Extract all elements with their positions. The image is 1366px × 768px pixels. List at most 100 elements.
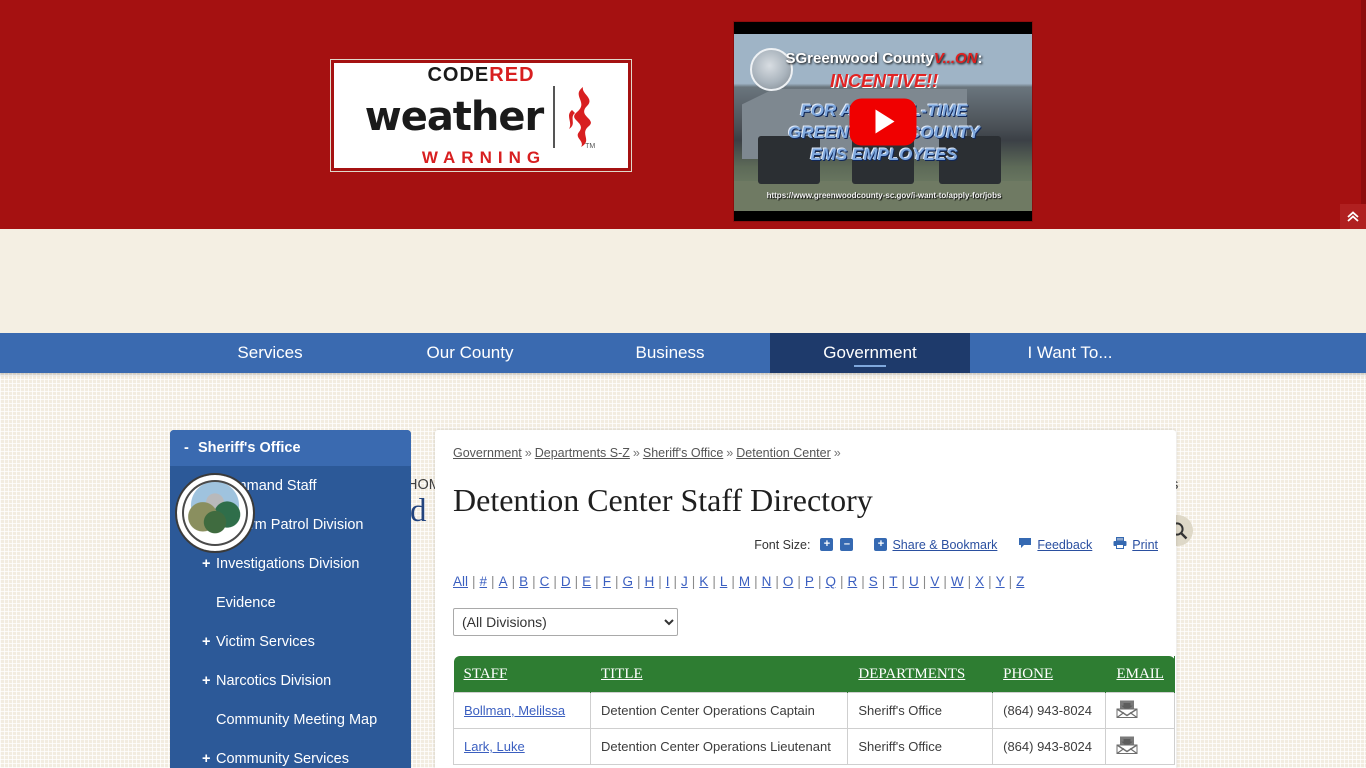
nav-tab-our-county[interactable]: Our County xyxy=(370,333,570,373)
video-title-d: : xyxy=(977,50,983,67)
share-plus-icon[interactable]: + xyxy=(874,538,888,551)
email-envelope-icon xyxy=(1116,700,1138,718)
collapse-toggle-icon[interactable]: - xyxy=(184,440,198,456)
feedback-link[interactable]: Feedback xyxy=(1037,538,1092,552)
flame-logo-icon: TM xyxy=(563,86,597,150)
column-header-departments[interactable]: DEPARTMENTS xyxy=(847,656,994,693)
alpha-filter-link-t[interactable]: T xyxy=(889,574,897,589)
sidebar-item-sheriffs-office[interactable]: - Sheriff's Office xyxy=(170,430,411,466)
column-header-phone[interactable]: PHONE xyxy=(992,656,1107,693)
staff-name-link[interactable]: Lark, Luke xyxy=(464,739,525,754)
print-link[interactable]: Print xyxy=(1132,538,1158,552)
alpha-filter-link-p[interactable]: P xyxy=(805,574,814,589)
alpha-filter-link-all[interactable]: All xyxy=(453,574,468,589)
alpha-filter-link-e[interactable]: E xyxy=(582,574,591,589)
column-header-phone-label: PHONE xyxy=(1003,666,1054,682)
sidebar-item-community-services[interactable]: + Community Services xyxy=(170,739,411,768)
sidebar-item-evidence[interactable]: Evidence xyxy=(170,583,411,622)
nav-tab-government[interactable]: Government xyxy=(770,333,970,373)
nav-tab-services[interactable]: Services xyxy=(170,333,370,373)
alpha-filter-link-hash[interactable]: # xyxy=(480,574,488,589)
codered-red-text: RED xyxy=(489,64,535,86)
alpha-filter-link-k[interactable]: K xyxy=(699,574,708,589)
alpha-filter-link-u[interactable]: U xyxy=(909,574,919,589)
nav-tab-business[interactable]: Business xyxy=(570,333,770,373)
alpha-filter-link-f[interactable]: F xyxy=(603,574,611,589)
youtube-video-embed[interactable]: SGreenwood CountyV...ON: INCENTIVE!! FOR… xyxy=(733,21,1033,222)
share-bookmark-group[interactable]: + Share & Bookmark xyxy=(874,538,997,552)
alpha-filter-link-s[interactable]: S xyxy=(869,574,878,589)
video-url-caption: https://www.greenwoodcounty-sc.gov/i-wan… xyxy=(766,191,1002,200)
font-size-decrease-button[interactable]: – xyxy=(840,538,854,551)
alpha-filter-link-q[interactable]: Q xyxy=(825,574,836,589)
video-title-line-2: INCENTIVE!! xyxy=(830,71,938,91)
alpha-filter-link-c[interactable]: C xyxy=(540,574,550,589)
column-header-staff[interactable]: STAFF xyxy=(453,656,591,693)
sidebar-item-community-meeting-map[interactable]: Community Meeting Map xyxy=(170,700,411,739)
font-size-increase-button[interactable]: + xyxy=(820,538,834,551)
alpha-filter-link-b[interactable]: B xyxy=(519,574,528,589)
division-filter-select[interactable]: (All Divisions) xyxy=(453,608,678,636)
feedback-group[interactable]: Feedback xyxy=(1018,537,1092,552)
column-header-email[interactable]: EMAIL xyxy=(1105,656,1175,693)
sidebar-header-label: Sheriff's Office xyxy=(198,440,301,456)
main-content-panel: Government» Departments S-Z» Sheriff's Off… xyxy=(435,430,1176,768)
alpha-separator: | xyxy=(691,574,696,589)
alpha-filter-link-o[interactable]: O xyxy=(783,574,794,589)
expand-toggle-icon[interactable]: + xyxy=(202,634,216,650)
video-title-b: Greenwood County xyxy=(795,50,934,67)
alpha-filter-link-n[interactable]: N xyxy=(762,574,772,589)
alpha-filter-link-h[interactable]: H xyxy=(644,574,654,589)
column-header-email-label: EMAIL xyxy=(1116,666,1164,682)
alpha-filter-link-m[interactable]: M xyxy=(739,574,750,589)
column-header-title-label: TITLE xyxy=(601,666,643,682)
alpha-separator: | xyxy=(491,574,495,589)
alpha-filter-link-a[interactable]: A xyxy=(499,574,508,589)
breadcrumb-link-departments-s-z[interactable]: Departments S-Z xyxy=(535,446,630,460)
nav-tab-i-want-to[interactable]: I Want To... xyxy=(970,333,1170,373)
email-envelope-icon[interactable] xyxy=(1116,736,1138,757)
play-button[interactable] xyxy=(849,98,917,145)
alpha-filter-link-g[interactable]: G xyxy=(622,574,633,589)
sidebar-item-label: Narcotics Division xyxy=(216,672,332,689)
alpha-separator: | xyxy=(673,574,678,589)
alpha-separator: | xyxy=(967,574,972,589)
expand-toggle-icon[interactable]: + xyxy=(202,673,216,689)
share-bookmark-link[interactable]: Share & Bookmark xyxy=(892,538,997,552)
breadcrumb-link-sheriffs-office[interactable]: Sheriff's Office xyxy=(643,446,723,460)
codered-weather-warning-ad[interactable]: CODERED weather TM WARNING xyxy=(330,59,632,172)
alpha-filter-link-z[interactable]: Z xyxy=(1016,574,1024,589)
cell-email xyxy=(1105,728,1175,765)
alpha-separator: | xyxy=(553,574,557,589)
breadcrumb-link-government[interactable]: Government xyxy=(453,446,522,460)
alpha-filter-link-d[interactable]: D xyxy=(561,574,571,589)
staff-name-link[interactable]: Bollman, Melilssa xyxy=(464,703,565,718)
alpha-filter-link-r[interactable]: R xyxy=(847,574,857,589)
email-envelope-icon[interactable] xyxy=(1116,700,1138,721)
sidebar-item-victim-services[interactable]: + Victim Services xyxy=(170,622,411,661)
primary-navigation: Services Our County Business Government … xyxy=(0,333,1366,377)
sidebar-item-narcotics-division[interactable]: + Narcotics Division xyxy=(170,661,411,700)
alpha-separator: | xyxy=(922,574,927,589)
page-utility-bar: Font Size: + – + Share & Bookmark Feedba… xyxy=(453,537,1158,552)
expand-toggle-icon[interactable]: + xyxy=(202,556,216,572)
alpha-separator: | xyxy=(636,574,641,589)
alpha-filter-link-v[interactable]: V xyxy=(930,574,939,589)
alpha-separator: | xyxy=(614,574,619,589)
expand-toggle-icon[interactable]: + xyxy=(202,751,216,767)
table-row: Bollman, Melilssa Detention Center Operat… xyxy=(453,692,1175,729)
alpha-filter-link-w[interactable]: W xyxy=(951,574,964,589)
alpha-filter-link-y[interactable]: Y xyxy=(996,574,1005,589)
column-header-staff-label: STAFF xyxy=(463,666,508,682)
alpha-filter-link-i[interactable]: I xyxy=(666,574,670,589)
column-header-title[interactable]: TITLE xyxy=(590,656,849,693)
alpha-filter-link-j[interactable]: J xyxy=(681,574,688,589)
alpha-separator: | xyxy=(595,574,599,589)
scroll-to-top-button[interactable] xyxy=(1340,204,1366,229)
alpha-filter-link-x[interactable]: X xyxy=(975,574,984,589)
print-group[interactable]: Print xyxy=(1113,537,1158,552)
codered-code-text: CODE xyxy=(427,64,490,86)
breadcrumb-link-detention-center[interactable]: Detention Center xyxy=(736,446,831,460)
county-seal-logo[interactable] xyxy=(175,473,255,553)
printer-icon xyxy=(1113,537,1127,552)
